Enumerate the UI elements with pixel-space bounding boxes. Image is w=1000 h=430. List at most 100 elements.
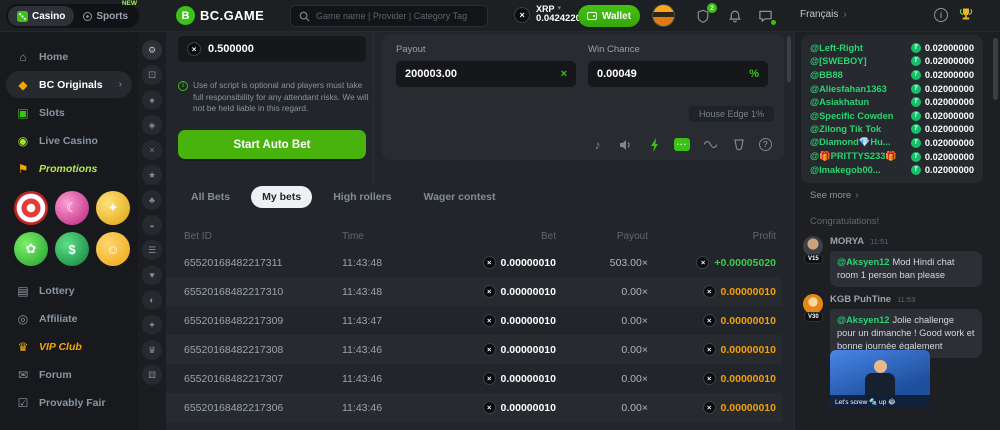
promo-tile-hand[interactable]: ✦ xyxy=(96,191,130,225)
sidebar-item-bc-originals[interactable]: ◆ BC Originals › xyxy=(6,71,132,98)
chat-scrollbar[interactable] xyxy=(993,38,998,100)
rail-game-icon[interactable]: ♣ xyxy=(142,190,162,210)
trx-coin-icon xyxy=(911,165,921,175)
rail-game-glyph: ◈ xyxy=(149,120,156,131)
win-chance-input[interactable]: 0.00049 % xyxy=(588,61,768,87)
animation-icon[interactable] xyxy=(703,137,718,152)
rail-game-icon[interactable]: ♠ xyxy=(142,90,162,110)
rail-game-icon[interactable]: ♛ xyxy=(142,340,162,360)
bell-icon xyxy=(728,9,742,24)
sidebar-item-provably-fair[interactable]: ☑ Provably Fair xyxy=(6,389,132,416)
rail-game-icon[interactable]: ⚄ xyxy=(142,365,162,385)
trophy-icon[interactable] xyxy=(958,7,974,27)
sidebar-item-home[interactable]: ⌂ Home xyxy=(6,43,132,70)
promo-tile-ball[interactable]: ✿ xyxy=(14,232,48,266)
bcgame-logo[interactable]: B BC.GAME xyxy=(176,6,264,25)
notifications-bell[interactable] xyxy=(726,7,744,25)
winner-amount: 0.02000000 xyxy=(911,70,974,80)
tab-high-rollers[interactable]: High rollers xyxy=(322,186,402,208)
promo-tile-moon[interactable]: ☾ xyxy=(55,191,89,225)
sidebar-item-slots[interactable]: ▣ Slots xyxy=(6,99,132,126)
winner-row[interactable]: @Asiakhatun 0.02000000 xyxy=(810,95,974,109)
winner-row[interactable]: @Left-Right 0.02000000 xyxy=(810,41,974,55)
sidebar-item-lottery[interactable]: ▤ Lottery xyxy=(6,277,132,304)
rail-game-icon[interactable]: ★ xyxy=(142,165,162,185)
winner-row[interactable]: @Aliesfahan1363 0.02000000 xyxy=(810,82,974,96)
bet-id: 65520168482217310 xyxy=(184,286,342,298)
seed-icon[interactable] xyxy=(731,137,746,152)
sidebar-item-promotions[interactable]: ⚑ Promotions xyxy=(6,155,132,182)
trx-coin-icon xyxy=(911,111,921,121)
main-scrollbar[interactable] xyxy=(787,36,791,82)
tab-my-bets[interactable]: My bets xyxy=(251,186,312,208)
winner-username[interactable]: @Asiakhatun xyxy=(810,97,869,107)
sound-icon[interactable] xyxy=(618,137,633,152)
sidebar-item-forum[interactable]: ✉ Forum xyxy=(6,361,132,388)
winner-username[interactable]: @BB88 xyxy=(810,70,843,80)
winner-username[interactable]: @[SWEBOY] xyxy=(810,56,867,66)
winner-username[interactable]: @Left-Right xyxy=(810,43,863,53)
winner-username[interactable]: @Zilong Tik Tok xyxy=(810,124,881,134)
rail-game-icon[interactable]: ◒ xyxy=(142,215,162,235)
rail-game-icon[interactable]: ◐ xyxy=(142,290,162,310)
sidebar-item-affiliate[interactable]: ◎ Affiliate xyxy=(6,305,132,332)
mention[interactable]: @Aksyen12 xyxy=(837,315,889,325)
music-icon[interactable]: ♪ xyxy=(590,137,605,152)
quest-icon[interactable]: 2 xyxy=(694,7,712,25)
hotkeys-icon[interactable]: ··· xyxy=(674,138,690,151)
wallet-button[interactable]: Wallet xyxy=(578,5,640,27)
help-icon[interactable]: ? xyxy=(759,138,772,151)
info-icon[interactable]: i xyxy=(934,8,948,22)
rail-game-icon[interactable]: × xyxy=(142,140,162,160)
sidebar-item-label: Slots xyxy=(39,107,65,119)
winner-row[interactable]: @Zilong Tik Tok 0.02000000 xyxy=(810,123,974,137)
xrp-coin-icon xyxy=(483,314,496,327)
rail-game-icon[interactable]: ◈ xyxy=(142,115,162,135)
message-username[interactable]: KGB PuhTine xyxy=(830,294,891,305)
rail-game-icon[interactable]: ☰ xyxy=(142,240,162,260)
winner-row[interactable]: @Diamond💎Hu... 0.02000000 xyxy=(810,136,974,150)
message-avatar[interactable] xyxy=(803,236,823,256)
promo-tile-duck[interactable]: ☺ xyxy=(96,232,130,266)
bet-amount-input[interactable]: 0.500000 xyxy=(178,36,366,62)
rail-game-icon[interactable]: ✦ xyxy=(142,315,162,335)
currency-selector[interactable]: XRP 0.04242205 xyxy=(514,4,586,25)
mention[interactable]: @Aksyen12 xyxy=(837,257,889,267)
message-avatar[interactable] xyxy=(803,294,823,314)
sidebar-item-vip-club[interactable]: ♛ VIP Club xyxy=(6,333,132,360)
search-input[interactable] xyxy=(316,11,479,21)
sports-toggle[interactable]: Sports NEW xyxy=(74,6,137,26)
rail-game-icon[interactable]: ⚙ xyxy=(142,40,162,60)
winner-row[interactable]: @Imakegob00... 0.02000000 xyxy=(810,163,974,177)
winner-username[interactable]: @Diamond💎Hu... xyxy=(810,137,891,148)
winner-username[interactable]: @🎁PRITTYS233🎁 xyxy=(810,151,897,162)
winner-username[interactable]: @Aliesfahan1363 xyxy=(810,84,887,94)
winner-row[interactable]: @Specific Cowden 0.02000000 xyxy=(810,109,974,123)
bet-id: 65520168482217309 xyxy=(184,315,342,327)
user-avatar[interactable] xyxy=(652,4,675,27)
chat-toggle[interactable] xyxy=(756,7,774,25)
casino-toggle[interactable]: Casino xyxy=(8,6,74,26)
rail-game-icon[interactable]: ⚀ xyxy=(142,65,162,85)
rail-game-icon[interactable]: ♥ xyxy=(142,265,162,285)
winner-row[interactable]: @BB88 0.02000000 xyxy=(810,68,974,82)
winner-amount: 0.02000000 xyxy=(911,138,974,148)
promo-tile-wheel[interactable] xyxy=(14,191,48,225)
start-auto-bet-button[interactable]: Start Auto Bet xyxy=(178,130,366,159)
turbo-icon[interactable] xyxy=(646,137,661,152)
video-thumbnail[interactable]: Let's screw 🔩 up 😂 xyxy=(830,350,930,408)
winner-row[interactable]: @🎁PRITTYS233🎁 0.02000000 xyxy=(810,150,974,164)
winner-username[interactable]: @Imakegob00... xyxy=(810,165,881,175)
promo-tile-cash[interactable]: $ xyxy=(55,232,89,266)
message-username[interactable]: MORYA xyxy=(830,236,864,247)
sidebar-item-live-casino[interactable]: ◉ Live Casino xyxy=(6,127,132,154)
tab-all-bets[interactable]: All Bets xyxy=(180,186,241,208)
payout-input[interactable]: 200003.00 × xyxy=(396,61,576,87)
winner-username[interactable]: @Specific Cowden xyxy=(810,111,893,121)
winner-row[interactable]: @[SWEBOY] 0.02000000 xyxy=(810,55,974,69)
see-more-link[interactable]: See more xyxy=(810,190,859,201)
tab-wager-contest[interactable]: Wager contest xyxy=(413,186,507,208)
promo-tile-glyph: ☾ xyxy=(66,200,78,216)
col-time: Time xyxy=(342,231,434,242)
language-selector[interactable]: Français xyxy=(800,9,847,20)
